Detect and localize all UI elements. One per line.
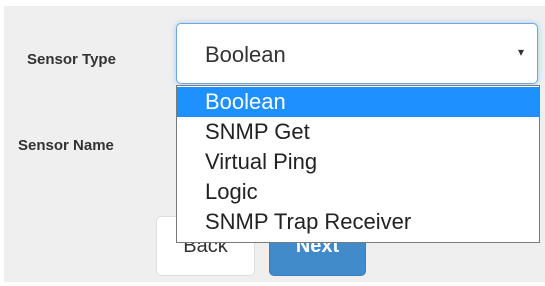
caret-down-icon: ▾	[517, 45, 524, 59]
dropdown-option-virtual-ping[interactable]: Virtual Ping	[177, 147, 539, 177]
sensor-type-label: Sensor Type	[27, 51, 116, 68]
dropdown-option-boolean[interactable]: Boolean	[177, 87, 539, 117]
dropdown-option-logic[interactable]: Logic	[177, 177, 539, 207]
sensor-name-label: Sensor Name	[18, 137, 114, 154]
dropdown-option-snmp-trap-receiver[interactable]: SNMP Trap Receiver	[177, 207, 539, 237]
dropdown-option-snmp-get[interactable]: SNMP Get	[177, 117, 539, 147]
sensor-type-selected-value: Boolean	[205, 42, 286, 67]
sensor-type-select[interactable]: Boolean ▾	[176, 23, 538, 84]
sensor-type-dropdown-list: Boolean SNMP Get Virtual Ping Logic SNMP…	[176, 85, 540, 243]
